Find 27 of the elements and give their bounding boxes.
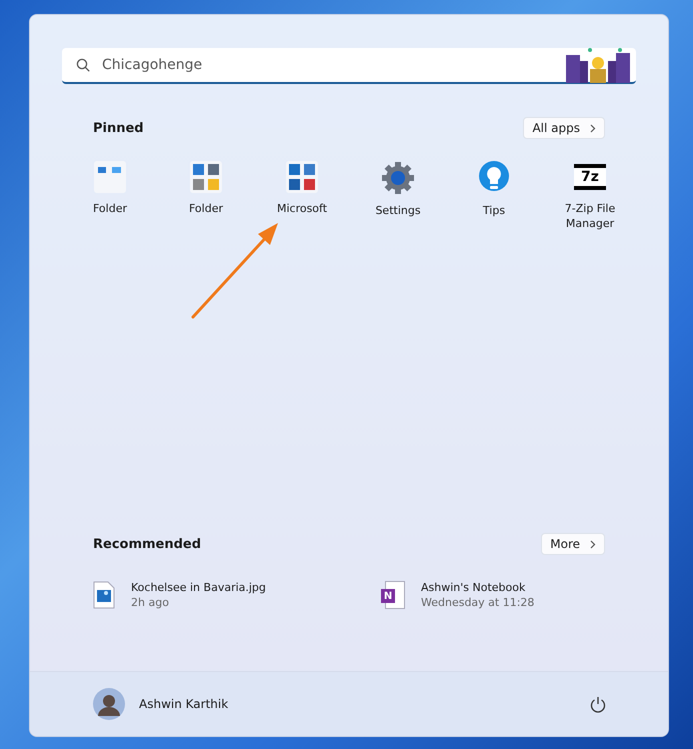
power-icon[interactable] — [590, 696, 606, 712]
recommended-heading: Recommended — [93, 536, 202, 552]
image-file-icon — [93, 581, 115, 609]
app-folder-icon — [190, 161, 222, 193]
app-folder-icon — [286, 161, 318, 193]
avatar-icon[interactable] — [93, 688, 125, 720]
pinned-app[interactable]: Tips — [446, 161, 542, 231]
gear-icon — [381, 161, 415, 195]
search-icon — [76, 58, 90, 72]
recommended-item-name[interactable]: Ashwin's Notebook — [421, 581, 534, 594]
pinned-app[interactable]: Settings — [350, 161, 446, 231]
search-field[interactable]: Chicagohenge — [62, 48, 636, 84]
chevron-right-icon — [590, 124, 596, 132]
pinned-app[interactable]: Microsoft — [254, 161, 350, 231]
recommended-item-time: Wednesday at 11:28 — [421, 596, 534, 609]
recommended-item-time: 2h ago — [131, 596, 170, 609]
user-name[interactable]: Ashwin Karthik — [139, 697, 228, 711]
all-apps-button[interactable]: All apps — [523, 117, 605, 139]
pinned-app[interactable]: Folder — [158, 161, 254, 231]
pinned-heading: Pinned — [93, 120, 144, 136]
recommended-item-name[interactable]: Kochelsee in Bavaria.jpg — [131, 581, 266, 594]
more-button[interactable]: More — [541, 533, 605, 555]
chevron-right-icon — [590, 540, 596, 548]
pinned-app[interactable]: 7z 7-Zip File Manager — [542, 161, 638, 231]
zip-logo-icon: 7z — [574, 164, 606, 190]
app-folder-icon — [94, 161, 126, 193]
pinned-app[interactable]: Folder — [62, 161, 158, 231]
